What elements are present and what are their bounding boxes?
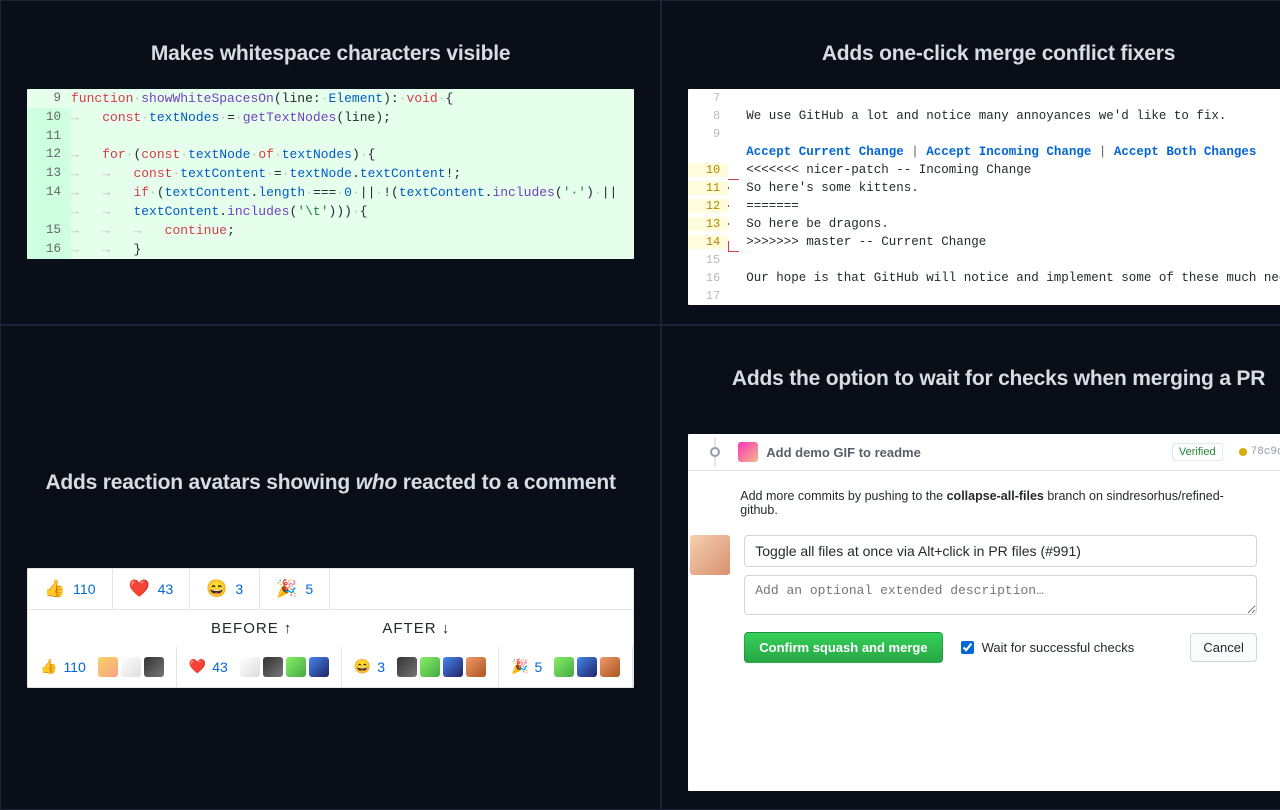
reaction-count: 3 — [235, 581, 243, 597]
accept-current-button[interactable]: Accept Current Change — [746, 145, 904, 159]
avatar — [690, 535, 730, 575]
reaction-button[interactable]: 👍 110 — [28, 647, 177, 687]
cancel-button[interactable]: Cancel — [1190, 633, 1256, 662]
feature-reactions-panel: Adds reaction avatars showing who reacte… — [0, 325, 661, 810]
conflict-diff-preview: 78We use GitHub a lot and notice many an… — [688, 89, 1280, 305]
status-dot-icon — [1239, 448, 1247, 456]
avatar — [554, 657, 574, 677]
merge-title-input[interactable] — [744, 535, 1257, 567]
reaction-button[interactable]: 🎉5 — [260, 569, 330, 609]
commit-sha: 78c9c25 — [1239, 446, 1280, 458]
before-after-labels: BEFORE ↑ AFTER ↓ — [28, 610, 633, 647]
reaction-count: 3 — [377, 659, 385, 675]
wait-checks-input[interactable] — [961, 641, 974, 654]
commit-header: Add demo GIF to readme Verified 78c9c25 — [688, 434, 1280, 471]
reaction-button[interactable]: ❤️ 43 — [113, 569, 191, 609]
avatar — [577, 657, 597, 677]
reaction-count: 5 — [305, 581, 313, 597]
panel-title: Makes whitespace characters visible — [151, 39, 511, 68]
whitespace-code-preview: 9function·showWhiteSpacesOn(line:·Elemen… — [27, 89, 634, 259]
reaction-count: 110 — [73, 581, 95, 597]
avatar — [738, 442, 758, 462]
commit-title: Add demo GIF to readme — [766, 445, 921, 460]
reaction-button[interactable]: 😄3 — [342, 647, 499, 687]
reaction-emoji-icon: 🎉 — [511, 658, 528, 675]
reaction-button[interactable]: ❤️ 43 — [177, 647, 342, 687]
confirm-merge-button[interactable]: Confirm squash and merge — [744, 632, 942, 663]
reaction-button[interactable]: 🎉5 — [499, 647, 633, 687]
avatar — [286, 657, 306, 677]
timeline-dot-icon — [710, 447, 720, 457]
avatar — [600, 657, 620, 677]
avatar — [263, 657, 283, 677]
avatar — [420, 657, 440, 677]
reaction-emoji-icon: 👍 — [44, 579, 65, 599]
push-hint: Add more commits by pushing to the colla… — [740, 489, 1257, 517]
avatar — [309, 657, 329, 677]
avatar — [466, 657, 486, 677]
reactions-preview: 👍110❤️43😄3🎉5 BEFORE ↑ AFTER ↓ 👍110❤️43😄3… — [27, 568, 634, 688]
merge-preview: Add demo GIF to readme Verified 78c9c25 … — [688, 434, 1280, 791]
avatar — [397, 657, 417, 677]
accept-incoming-button[interactable]: Accept Incoming Change — [926, 145, 1091, 159]
feature-conflict-panel: Adds one-click merge conflict fixers 78W… — [661, 0, 1280, 325]
feature-wait-checks-panel: Adds the option to wait for checks when … — [661, 325, 1280, 810]
after-label: AFTER ↓ — [382, 620, 450, 637]
avatar — [240, 657, 260, 677]
feature-whitespace-panel: Makes whitespace characters visible 9fun… — [0, 0, 661, 325]
reaction-emoji-icon: 😄 — [354, 658, 371, 675]
before-label: BEFORE ↑ — [211, 620, 292, 637]
panel-title: Adds one-click merge conflict fixers — [822, 39, 1175, 68]
reaction-count: 43 — [158, 581, 174, 597]
panel-title: Adds reaction avatars showing who reacte… — [45, 468, 615, 497]
verified-badge: Verified — [1172, 443, 1223, 461]
reaction-emoji-icon: ❤️ — [129, 579, 150, 599]
reaction-emoji-icon: ❤️ — [189, 658, 206, 675]
reaction-emoji-icon: 😄 — [206, 579, 227, 599]
merge-description-input[interactable] — [744, 575, 1257, 615]
wait-checks-checkbox[interactable]: Wait for successful checks — [957, 638, 1135, 657]
avatar — [98, 657, 118, 677]
accept-both-button[interactable]: Accept Both Changes — [1114, 145, 1257, 159]
reaction-emoji-icon: 🎉 — [276, 579, 297, 599]
reaction-count: 110 — [63, 659, 85, 675]
avatar — [121, 657, 141, 677]
avatar — [144, 657, 164, 677]
reaction-emoji-icon: 👍 — [40, 658, 57, 675]
reaction-count: 5 — [534, 659, 542, 675]
avatar — [443, 657, 463, 677]
panel-title: Adds the option to wait for checks when … — [732, 364, 1265, 393]
reaction-button[interactable]: 😄3 — [190, 569, 260, 609]
reaction-button[interactable]: 👍 110 — [28, 569, 113, 609]
reaction-count: 43 — [212, 659, 228, 675]
